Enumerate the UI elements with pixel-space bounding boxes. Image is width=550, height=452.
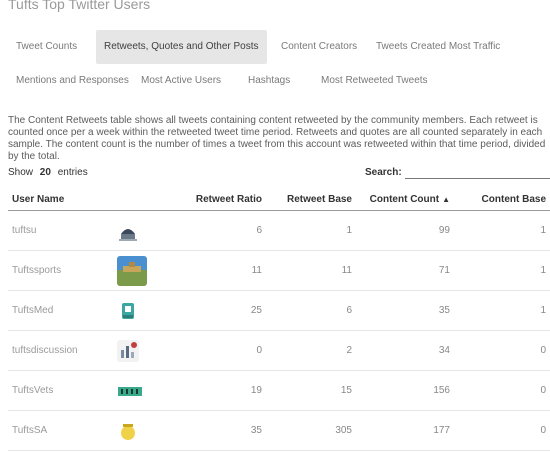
- page-title: Tufts Top Twitter Users: [8, 0, 151, 12]
- description-text: The Content Retweets table shows all twe…: [8, 115, 546, 162]
- cell-user-name[interactable]: TuftsSA: [8, 410, 113, 451]
- sun-icon: [117, 419, 139, 442]
- trophy-icon: [117, 299, 139, 322]
- cell-retweet-base: 2: [266, 330, 356, 371]
- cell-content-base: 0: [454, 410, 550, 451]
- tab-retweets-quotes[interactable]: Retweets, Quotes and Other Posts: [96, 30, 267, 64]
- cell-user-name[interactable]: tuftsu: [8, 210, 113, 251]
- col-header-avatar: [113, 188, 171, 211]
- cell-content-count: 71: [356, 250, 454, 291]
- col-header-content-count[interactable]: Content Count ▲: [356, 188, 454, 211]
- col-header-retweet-base[interactable]: Retweet Base: [266, 188, 356, 211]
- col-header-user-name[interactable]: User Name: [8, 188, 113, 211]
- stats-icon: [117, 339, 139, 362]
- cell-avatar: [113, 290, 171, 331]
- cell-user-name[interactable]: Tuftssports: [8, 250, 113, 291]
- cell-retweet-base: 1: [266, 210, 356, 251]
- cell-retweet-base: 15: [266, 370, 356, 411]
- cell-user-name[interactable]: TuftsVets: [8, 370, 113, 411]
- table-row: TuftsVets 19 15 156 0: [8, 370, 550, 411]
- cell-retweet-base: 11: [266, 250, 356, 291]
- cell-retweet-base: 6: [266, 290, 356, 331]
- cell-avatar: [113, 210, 171, 251]
- cell-content-count: 34: [356, 330, 454, 371]
- table-row: Tuftssports 11 11 71 1: [8, 250, 550, 291]
- tab-most-retweeted[interactable]: Most Retweeted Tweets: [313, 64, 436, 98]
- cell-content-count: 156: [356, 370, 454, 411]
- cell-content-base: 0: [454, 370, 550, 411]
- cell-retweet-ratio: 6: [171, 210, 266, 251]
- cell-retweet-ratio: 25: [171, 290, 266, 331]
- table-header-row: User Name Retweet Ratio Retweet Base Con…: [8, 188, 550, 211]
- cell-user-name[interactable]: tuftsdiscussion: [8, 330, 113, 371]
- show-label: Show: [8, 167, 34, 178]
- entries-label: entries: [57, 167, 88, 178]
- cell-content-base: 1: [454, 210, 550, 251]
- tab-most-active[interactable]: Most Active Users: [133, 64, 229, 98]
- search-label: Search:: [365, 167, 402, 178]
- table-row: tuftsu 6 1 99 1: [8, 210, 550, 251]
- entries-select[interactable]: 20: [40, 167, 51, 178]
- tab-tweets-created[interactable]: Tweets Created Most Traffic: [368, 30, 508, 64]
- cell-avatar: [113, 250, 171, 291]
- tab-hashtags[interactable]: Hashtags: [240, 64, 298, 98]
- cell-avatar: [113, 370, 171, 411]
- table-row: TuftsSA 35 305 177 0: [8, 410, 550, 451]
- cell-content-count: 99: [356, 210, 454, 251]
- show-entries: Show 20 entries: [8, 167, 88, 178]
- tab-content-creators[interactable]: Content Creators: [273, 30, 365, 64]
- cell-content-base: 1: [454, 250, 550, 291]
- content-count-label: Content Count: [369, 193, 440, 205]
- cell-retweet-ratio: 19: [171, 370, 266, 411]
- cell-avatar: [113, 410, 171, 451]
- col-header-content-base[interactable]: Content Base: [454, 188, 550, 211]
- cell-retweet-ratio: 11: [171, 250, 266, 291]
- cell-retweet-ratio: 0: [171, 330, 266, 371]
- cell-content-count: 177: [356, 410, 454, 451]
- tab-mentions[interactable]: Mentions and Responses: [8, 64, 137, 98]
- group-icon: [117, 379, 143, 402]
- landscape-icon: [117, 255, 147, 286]
- cell-retweet-base: 305: [266, 410, 356, 451]
- tab-tweet-counts[interactable]: Tweet Counts: [8, 30, 85, 64]
- table-row: tuftsdiscussion 0 2 34 0: [8, 330, 550, 371]
- cell-retweet-ratio: 35: [171, 410, 266, 451]
- table-row: TuftsMed 25 6 35 1: [8, 290, 550, 331]
- col-header-retweet-ratio[interactable]: Retweet Ratio: [171, 188, 266, 211]
- cell-content-base: 0: [454, 330, 550, 371]
- building-icon: [117, 219, 139, 242]
- users-table: User Name Retweet Ratio Retweet Base Con…: [8, 188, 550, 451]
- cell-content-base: 1: [454, 290, 550, 331]
- sort-asc-icon: ▲: [442, 194, 450, 204]
- cell-avatar: [113, 330, 171, 371]
- cell-content-count: 35: [356, 290, 454, 331]
- search-input[interactable]: [405, 160, 550, 179]
- cell-user-name[interactable]: TuftsMed: [8, 290, 113, 331]
